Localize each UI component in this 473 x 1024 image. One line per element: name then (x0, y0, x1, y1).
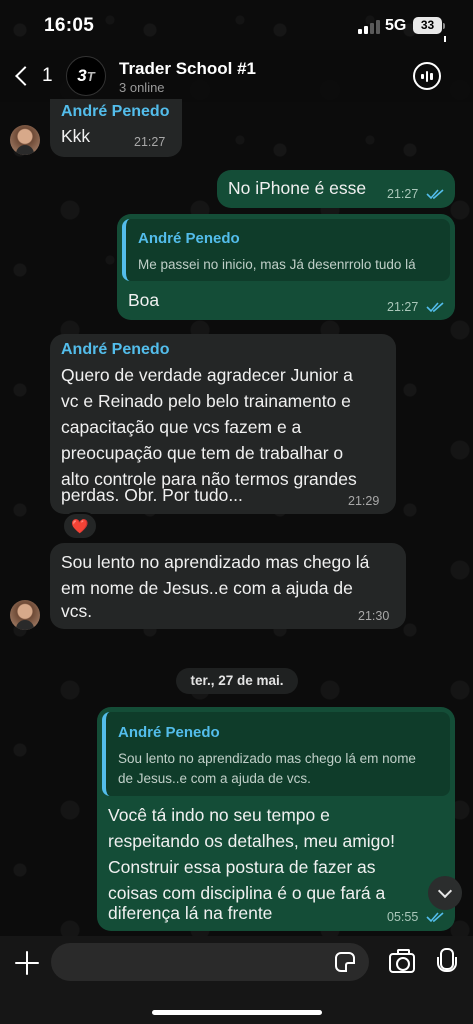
quote-line: de Jesus..e com a ajuda de vcs. (118, 771, 311, 786)
chat-header: 1 3T Trader School #1 3 online (0, 50, 473, 102)
message-bubble[interactable]: André Penedo Sou lento no aprendizado ma… (97, 707, 455, 931)
battery-tip (443, 23, 445, 29)
online-status: 3 online (119, 80, 165, 95)
message-line: capacitação que vcs fazem e a (61, 417, 302, 437)
message-line: preocupação que tem de trabalhar o (61, 443, 344, 463)
quoted-message[interactable]: André Penedo Me passei no inicio, mas Já… (122, 219, 450, 281)
back-button[interactable]: 1 (10, 60, 56, 92)
message-bubble[interactable]: André Penedo Kkk 21:27 (50, 99, 182, 157)
avatar[interactable] (10, 125, 40, 155)
message-time: 21:30 (358, 609, 390, 623)
plus-icon[interactable] (14, 950, 40, 976)
camera-icon[interactable] (389, 949, 415, 973)
message-line: respeitando os detalhes, meu amigo! (108, 831, 395, 851)
quote-line: Sou lento no aprendizado mas chego lá em… (118, 751, 416, 766)
message-bubble[interactable]: Sou lento no aprendizado mas chego lá em… (50, 543, 406, 629)
scroll-down-button[interactable] (428, 876, 462, 910)
battery-icon: 33 (413, 17, 442, 34)
double-check-icon (426, 302, 444, 313)
message-text: Kkk (61, 126, 91, 146)
quote-sender: André Penedo (138, 230, 240, 247)
quote-sender: André Penedo (118, 724, 220, 741)
quote-text: Me passei no inicio, mas Já desenrrolo t… (138, 257, 416, 272)
status-bar: 16:05 5G 33 (0, 0, 473, 50)
back-chevron-icon (15, 66, 35, 86)
message-text: Boa (128, 290, 160, 310)
voice-chat-icon[interactable] (413, 62, 441, 90)
message-time: 21:27 (134, 135, 166, 149)
sender-name[interactable]: André Penedo (61, 103, 169, 121)
home-indicator[interactable] (152, 1010, 322, 1015)
unread-count: 1 (42, 65, 53, 86)
message-text: No iPhone é esse (228, 178, 367, 198)
message-time: 21:27 (387, 187, 419, 201)
message-line: em nome de Jesus..e com a ajuda de (61, 578, 353, 598)
status-time: 16:05 (44, 15, 95, 36)
message-line: vcs. (61, 601, 93, 621)
message-line: Quero de verdade agradecer Junior a (61, 365, 353, 385)
group-title[interactable]: Trader School #1 (119, 59, 256, 79)
message-bubble[interactable]: No iPhone é esse 21:27 (217, 170, 455, 208)
message-line: perdas. Obr. Por tudo... (61, 485, 243, 505)
group-avatar[interactable]: 3T (66, 56, 106, 96)
message-bubble[interactable]: André Penedo Me passei no inicio, mas Já… (117, 214, 455, 320)
message-time: 21:27 (387, 300, 419, 314)
message-line: Construir essa postura de fazer as (108, 857, 376, 877)
cellular-signal-icon (358, 20, 380, 34)
mic-stem (444, 36, 447, 42)
message-time: 21:29 (348, 494, 380, 508)
message-line: Você tá indo no seu tempo e (108, 805, 330, 825)
message-input[interactable] (51, 943, 369, 981)
double-check-icon (426, 189, 444, 200)
message-line: Sou lento no aprendizado mas chego lá (61, 552, 370, 572)
message-line: diferença lá na frente (108, 903, 273, 923)
sticker-icon[interactable] (335, 952, 355, 972)
network-type: 5G (385, 17, 407, 34)
message-bubble[interactable]: André Penedo Quero de verdade agradecer … (50, 334, 396, 514)
sender-name[interactable]: André Penedo (61, 341, 169, 359)
heart-icon[interactable]: ❤️ (62, 512, 98, 540)
quoted-message[interactable]: André Penedo Sou lento no aprendizado ma… (102, 712, 450, 796)
chevron-down-icon (437, 883, 453, 898)
message-line: vc e Reinado pelo belo trainamento e (61, 391, 351, 411)
message-time: 05:55 (387, 910, 419, 924)
mic-icon[interactable] (437, 948, 457, 978)
avatar[interactable] (10, 600, 40, 630)
double-check-icon (426, 912, 444, 923)
date-separator: ter., 27 de mai. (176, 668, 298, 694)
